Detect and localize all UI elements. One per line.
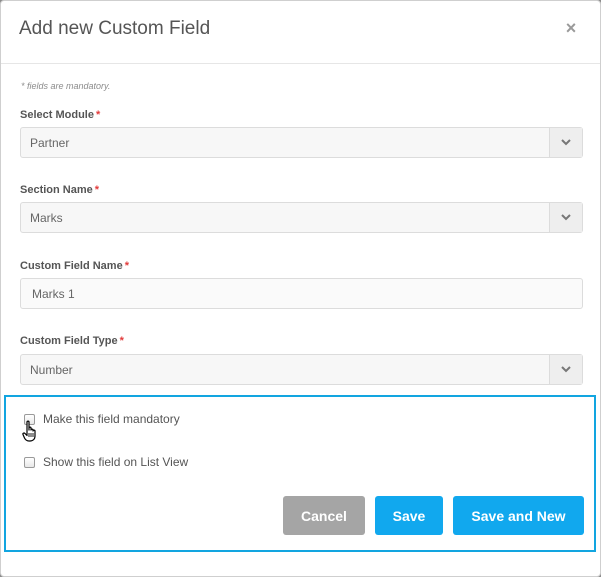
hand-pointer-icon: [22, 420, 39, 447]
required-mark: *: [95, 109, 101, 121]
field-type-label-text: Custom Field Type: [20, 335, 118, 347]
list-view-option[interactable]: Show this field on List View: [24, 455, 188, 469]
section-label-text: Section Name: [20, 184, 93, 196]
section-select[interactable]: Marks: [20, 202, 583, 233]
cancel-button[interactable]: Cancel: [283, 496, 365, 535]
field-name-input[interactable]: [20, 278, 583, 309]
save-and-new-button[interactable]: Save and New: [453, 496, 584, 535]
field-name-label-text: Custom Field Name: [20, 260, 123, 272]
chevron-down-icon[interactable]: [549, 203, 582, 232]
mandatory-label: Make this field mandatory: [43, 412, 180, 426]
required-mark: *: [94, 184, 100, 196]
list-view-checkbox[interactable]: [24, 456, 35, 468]
modal-header: Add new Custom Field ×: [1, 1, 600, 64]
mandatory-note: * fields are mandatory.: [21, 81, 111, 91]
section-label: Section Name *: [20, 184, 99, 196]
field-type-select[interactable]: Number: [20, 354, 583, 385]
required-mark: *: [119, 335, 124, 347]
module-label-text: Select Module: [20, 109, 94, 121]
mandatory-option[interactable]: Make this field mandatory: [24, 412, 180, 426]
field-name-label: Custom Field Name *: [20, 260, 129, 272]
required-mark: *: [124, 260, 129, 272]
chevron-down-icon[interactable]: [549, 355, 582, 384]
close-icon[interactable]: ×: [560, 17, 582, 39]
module-select-value: Partner: [30, 136, 70, 150]
field-type-label: Custom Field Type *: [20, 335, 124, 347]
module-label: Select Module *: [20, 109, 100, 121]
save-button[interactable]: Save: [375, 496, 443, 535]
section-select-value: Marks: [30, 211, 63, 225]
chevron-down-icon[interactable]: [549, 128, 582, 157]
custom-field-modal: Add new Custom Field × * fields are mand…: [0, 0, 601, 577]
modal-title: Add new Custom Field: [19, 18, 211, 39]
field-type-select-value: Number: [30, 363, 73, 377]
module-select[interactable]: Partner: [20, 127, 583, 158]
list-view-label: Show this field on List View: [43, 455, 189, 469]
